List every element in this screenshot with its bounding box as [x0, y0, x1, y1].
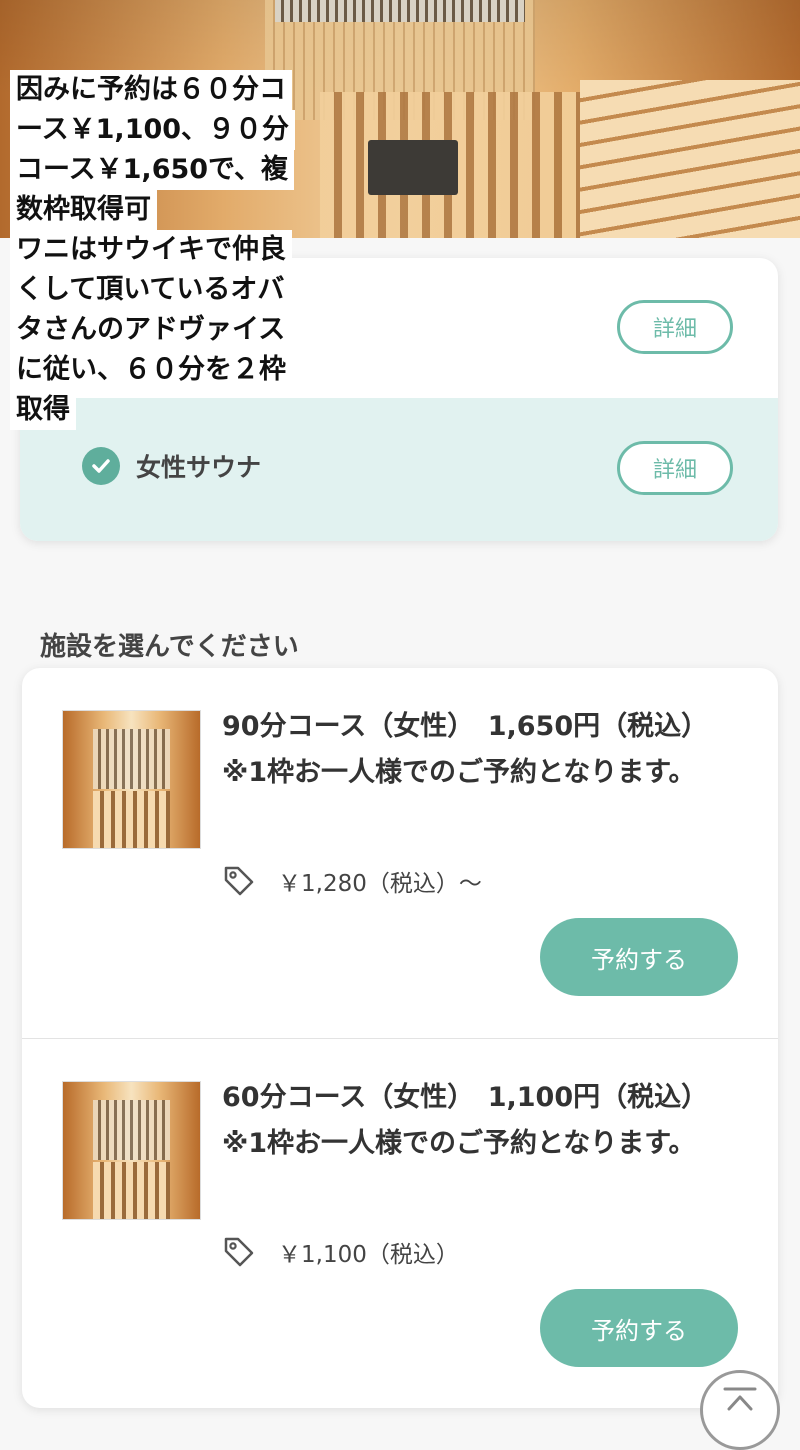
- caption-line: タさんのアドヴァイス: [10, 310, 292, 350]
- plan-price-text: ￥1,100（税込）: [278, 1242, 459, 1268]
- check-circle-icon: [82, 447, 120, 485]
- price-tag-icon: [224, 866, 254, 896]
- plan-title[interactable]: 90分コース（女性） 1,650円（税込） ※1枠お一人様でのご予約となります。: [222, 704, 742, 796]
- reserve-button[interactable]: 予約する: [540, 1289, 738, 1367]
- sauna-bench: [580, 80, 800, 238]
- plan-thumbnail[interactable]: [62, 1081, 201, 1220]
- caption-line: コース￥1,650で、複: [10, 150, 294, 190]
- detail-button[interactable]: 詳細: [617, 300, 733, 354]
- plan-title[interactable]: 60分コース（女性） 1,100円（税込） ※1枠お一人様でのご予約となります。: [222, 1075, 742, 1167]
- caption-line: に従い、６０分を２枠: [10, 350, 292, 390]
- overlay-caption: 因みに予約は６０分コ ース￥1,100、９０分 コース￥1,650で、複 数枠取…: [10, 70, 340, 430]
- caption-line: 取得: [10, 390, 76, 430]
- price-tag-icon: [224, 1237, 254, 1267]
- caption-line: ース￥1,100、９０分: [10, 110, 296, 150]
- section-title: 施設を選んでください: [40, 632, 299, 662]
- reserve-button[interactable]: 予約する: [540, 918, 738, 996]
- plan-item: 90分コース（女性） 1,650円（税込） ※1枠お一人様でのご予約となります。…: [22, 668, 778, 1038]
- plan-thumbnail[interactable]: [62, 710, 201, 849]
- caption-line: ワニはサウイキで仲良: [10, 230, 292, 270]
- back-to-top-icon[interactable]: [700, 1370, 780, 1450]
- plan-list: 90分コース（女性） 1,650円（税込） ※1枠お一人様でのご予約となります。…: [22, 668, 778, 1408]
- caption-line: くして頂いているオバ: [10, 270, 291, 310]
- plan-price: ￥1,280（税込）〜: [222, 864, 482, 898]
- detail-button[interactable]: 詳細: [617, 441, 733, 495]
- plan-price: ￥1,100（税込）: [222, 1235, 459, 1269]
- category-label: 女性サウナ: [136, 453, 262, 482]
- sauna-stone-panel: [275, 0, 525, 22]
- caption-line: 因みに予約は６０分コ: [10, 70, 292, 110]
- plan-price-text: ￥1,280（税込）〜: [278, 871, 482, 897]
- caption-line: 数枠取得可: [10, 190, 157, 230]
- plan-item: 60分コース（女性） 1,100円（税込） ※1枠お一人様でのご予約となります。…: [22, 1038, 778, 1408]
- sauna-heater: [368, 140, 458, 195]
